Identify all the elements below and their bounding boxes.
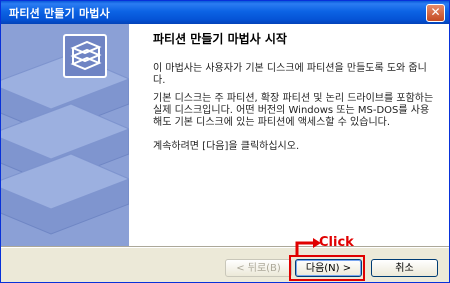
close-button[interactable]: ✕ <box>426 4 445 22</box>
close-icon: ✕ <box>430 5 441 19</box>
wizard-main: 파티션 만들기 마법사 시작 이 마법사는 사용자가 기본 디스크에 파티션을 … <box>145 24 441 246</box>
continue-paragraph: 계속하려면 [다음]을 클릭하십시오. <box>153 141 300 152</box>
button-divider <box>1 246 449 248</box>
back-button[interactable]: < 뒤로(B) <box>225 259 292 277</box>
wizard-window: 파티션 만들기 마법사 ✕ 파티션 만들기 마법사 시작 이 마법사는 사용자가… <box>0 0 450 283</box>
title-bar[interactable]: 파티션 만들기 마법사 ✕ <box>1 1 449 24</box>
intro-paragraph: 이 마법사는 사용자가 기본 디스크에 파티션을 만들도록 도와 줍니다. <box>153 63 427 86</box>
click-annotation-label: Click <box>319 235 354 250</box>
wizard-content: 파티션 만들기 마법사 시작 이 마법사는 사용자가 기본 디스크에 파티션을 … <box>1 24 449 246</box>
cancel-button[interactable]: 취소 <box>371 259 438 277</box>
window-title: 파티션 만들기 마법사 <box>9 7 110 20</box>
wizard-heading: 파티션 만들기 마법사 시작 <box>153 32 287 46</box>
wizard-sidebar <box>1 24 129 246</box>
disk-stack-icon <box>63 34 107 78</box>
sidebar-graphic <box>1 34 129 235</box>
basic-disk-paragraph: 기본 디스크는 주 파티션, 확장 파티션 및 논리 드라이브를 포함하는 실제… <box>153 93 434 128</box>
